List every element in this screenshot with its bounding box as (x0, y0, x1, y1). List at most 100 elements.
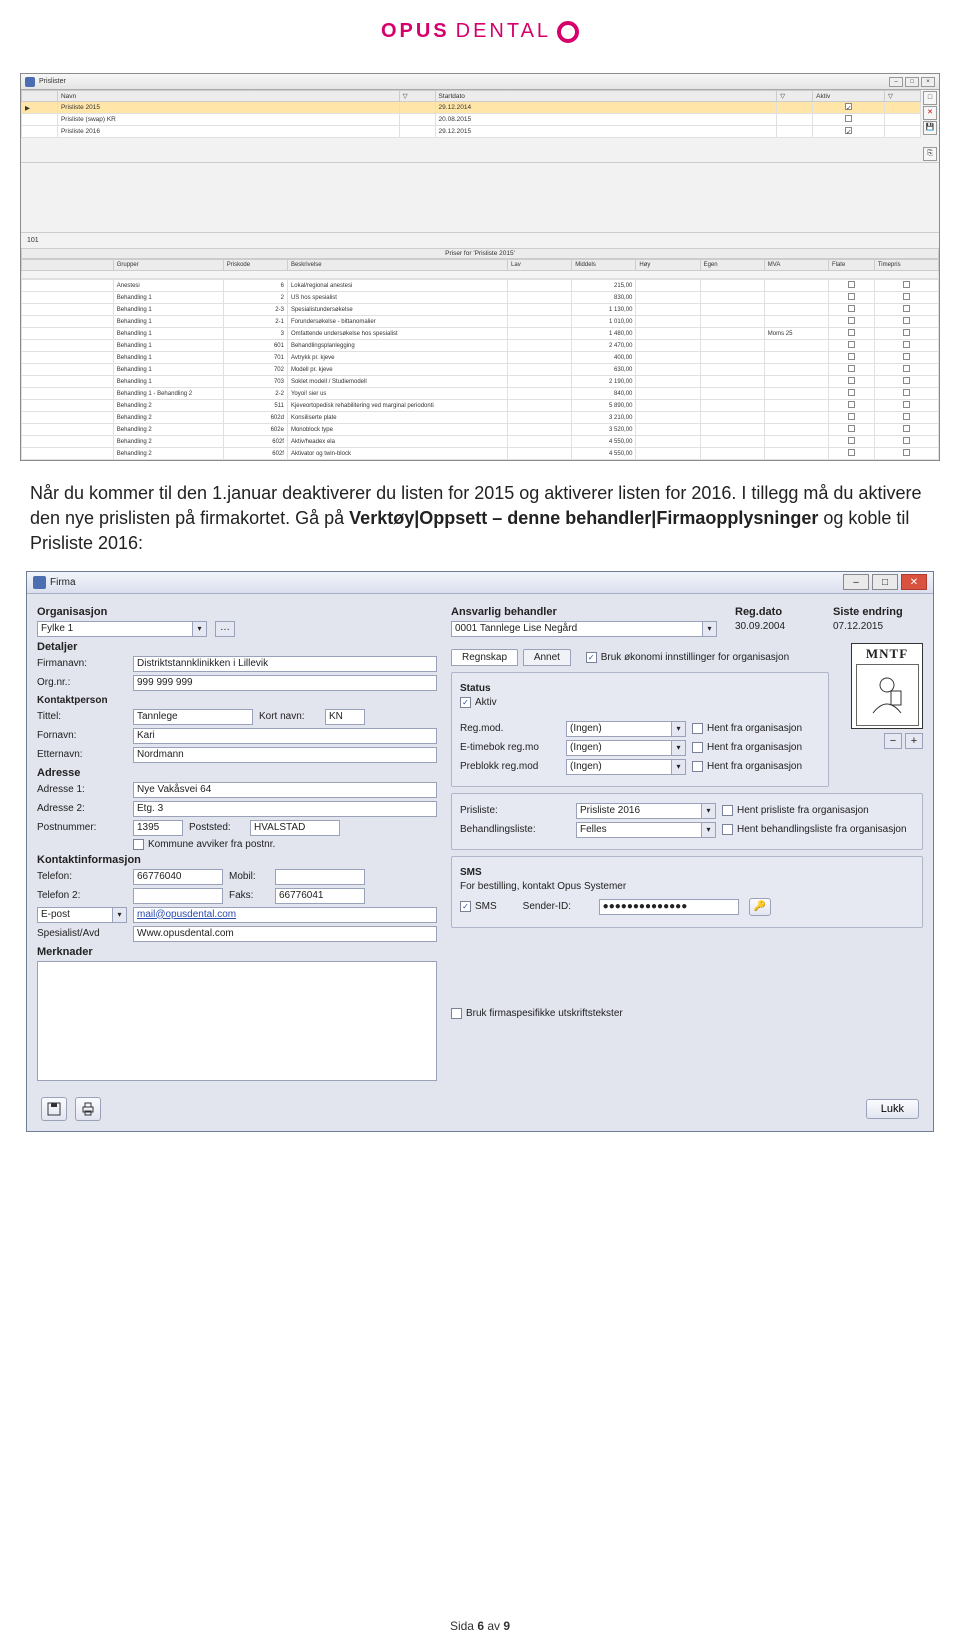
table-row[interactable]: Behandling 1 2 US hos spesialist 830,00 (22, 292, 939, 304)
table-row[interactable]: Prisliste (swap) KR20.08.2015 (22, 114, 921, 126)
logo-part-1: OPUS (381, 20, 450, 43)
sms-checkbox[interactable]: ✓SMS (460, 901, 497, 912)
orgnr-input[interactable]: 999 999 999 (133, 675, 437, 691)
status-heading: Status (460, 683, 820, 694)
minus-button[interactable]: − (884, 733, 902, 749)
aktiv-checkbox[interactable]: ✓Aktiv (460, 697, 497, 708)
epost-input[interactable]: mail@opusdental.com (133, 907, 437, 923)
copy-button[interactable]: ⎘ (923, 147, 937, 161)
telefon2-input[interactable] (133, 888, 223, 904)
plus-button[interactable]: + (905, 733, 923, 749)
table-header-row: Grupper Priskode Beskrivelse Lav Middels… (22, 260, 939, 271)
etternavn-input[interactable]: Nordmann (133, 747, 437, 763)
bruk-okonomi-checkbox[interactable]: ✓Bruk økonomi innstillinger for organisa… (586, 652, 789, 663)
key-button[interactable]: 🔑 (749, 898, 771, 916)
chevron-down-icon[interactable]: ▾ (702, 822, 716, 838)
regdato-value: 30.09.2004 (735, 621, 815, 632)
table-row[interactable]: Behandling 2 602d Konsiliserte plate 3 2… (22, 412, 939, 424)
kontaktinfo-heading: Kontaktinformasjon (37, 854, 437, 866)
page-footer: Sida 6 av 9 (0, 1619, 960, 1633)
table-row[interactable]: Behandling 2 511 Kjeveortopedisk rehabil… (22, 400, 939, 412)
kortnavn-input[interactable]: KN (325, 709, 365, 725)
save-button[interactable]: 💾 (923, 121, 937, 135)
preblokk-select[interactable]: (Ingen) (566, 759, 672, 775)
tab-annet[interactable]: Annet (523, 649, 571, 666)
adresse2-input[interactable]: Etg. 3 (133, 801, 437, 817)
table-row[interactable]: Behandling 1 701 Avtrykk pr. kjeve 400,0… (22, 352, 939, 364)
close-button[interactable]: ✕ (901, 574, 927, 590)
hent-behliste-checkbox[interactable]: Hent behandlingsliste fra organisasjon (722, 824, 907, 835)
prisliste-select[interactable]: Prisliste 2016 (576, 803, 702, 819)
poststed-input[interactable]: HVALSTAD (250, 820, 340, 836)
checkbox-icon[interactable]: ✓ (845, 127, 852, 134)
window-titlebar: Prislister – □ × (21, 74, 939, 90)
chevron-down-icon[interactable]: ▾ (672, 759, 686, 775)
chevron-down-icon[interactable]: ▾ (193, 621, 207, 637)
col-startdato[interactable]: Startdato (435, 91, 777, 102)
minimize-button[interactable]: – (889, 77, 903, 87)
col-aktiv[interactable]: Aktiv (813, 91, 885, 102)
tittel-input[interactable]: Tannlege (133, 709, 253, 725)
maximize-button[interactable]: □ (905, 77, 919, 87)
browse-button[interactable]: … (215, 621, 235, 637)
table-row[interactable]: Prisliste 201629.12.2015✓ (22, 126, 921, 138)
hent-org-checkbox-2[interactable]: Hent fra organisasjon (692, 742, 802, 753)
chevron-down-icon[interactable]: ▾ (703, 621, 717, 637)
delete-button[interactable]: ✕ (923, 106, 937, 120)
minimize-button[interactable]: – (843, 574, 869, 590)
table-row[interactable]: ▶Prisliste 201529.12.2014✓ (22, 102, 921, 114)
chevron-down-icon[interactable]: ▾ (702, 803, 716, 819)
print-button[interactable] (75, 1097, 101, 1121)
col-navn[interactable]: Navn (57, 91, 399, 102)
checkbox-icon[interactable]: ✓ (845, 103, 852, 110)
new-button[interactable]: □ (923, 91, 937, 105)
chevron-down-icon[interactable]: ▾ (672, 721, 686, 737)
hent-org-checkbox-3[interactable]: Hent fra organisasjon (692, 761, 802, 772)
mobil-input[interactable] (275, 869, 365, 885)
faks-input[interactable]: 66776041 (275, 888, 365, 904)
bruk-firma-checkbox[interactable]: Bruk firmaspesifikke utskriftstekster (451, 1008, 623, 1019)
table-row[interactable]: Behandling 2 602f Aktivator og twin-bloc… (22, 448, 939, 460)
hent-org-checkbox-1[interactable]: Hent fra organisasjon (692, 723, 802, 734)
table-row[interactable]: Behandling 2 602f Aktiv/headex ela 4 550… (22, 436, 939, 448)
sender-id-input[interactable]: ●●●●●●●●●●●●●● (599, 899, 739, 915)
adresse1-input[interactable]: Nye Vakåsvei 64 (133, 782, 437, 798)
siste-value: 07.12.2015 (833, 621, 923, 632)
postnr-input[interactable]: 1395 (133, 820, 183, 836)
fornavn-input[interactable]: Kari (133, 728, 437, 744)
table-row[interactable]: Behandling 1 703 Soklet modell / Studiem… (22, 376, 939, 388)
epost-type-select[interactable]: E-post (37, 907, 113, 923)
table-row[interactable]: Behandling 1 2-3 Spesialistundersøkelse … (22, 304, 939, 316)
table-row[interactable]: Behandling 2 602e Monoblock type 3 520,0… (22, 424, 939, 436)
table-row[interactable]: Anestesi 6 Lokal/regional anestesi 215,0… (22, 280, 939, 292)
telefon-input[interactable]: 66776040 (133, 869, 223, 885)
save-button[interactable] (41, 1097, 67, 1121)
kontaktperson-heading: Kontaktperson (37, 695, 437, 706)
chevron-down-icon[interactable]: ▾ (113, 907, 127, 923)
hent-prisliste-checkbox[interactable]: Hent prisliste fra organisasjon (722, 805, 869, 816)
logo-circle-icon (557, 21, 579, 43)
table-row[interactable]: Behandling 1 601 Behandlingsplanlegging … (22, 340, 939, 352)
org-select[interactable]: Fylke 1 (37, 621, 193, 637)
close-button[interactable]: × (921, 77, 935, 87)
checkbox-icon[interactable] (845, 115, 852, 122)
table-row[interactable]: Behandling 1 2-1 Forundersøkelse - bitta… (22, 316, 939, 328)
behandlingsliste-select[interactable]: Felles (576, 822, 702, 838)
merknader-textarea[interactable] (37, 961, 437, 1081)
lukk-button[interactable]: Lukk (866, 1099, 919, 1119)
regmod-select[interactable]: (Ingen) (566, 721, 672, 737)
pricelist-table[interactable]: Navn ▽ Startdato ▽ Aktiv ▽ ▶Prisliste 20… (21, 90, 921, 138)
kommune-checkbox[interactable]: Kommune avviker fra postnr. (133, 839, 275, 850)
spesialist-input[interactable]: Www.opusdental.com (133, 926, 437, 942)
tab-regnskap[interactable]: Regnskap (451, 649, 518, 666)
maximize-button[interactable]: □ (872, 574, 898, 590)
table-row[interactable]: Behandling 1 3 Omfattende undersøkelse h… (22, 328, 939, 340)
prices-table[interactable]: Grupper Priskode Beskrivelse Lav Middels… (21, 259, 939, 279)
ansvarlig-select[interactable]: 0001 Tannlege Lise Negård (451, 621, 703, 637)
etime-select[interactable]: (Ingen) (566, 740, 672, 756)
firmanavn-input[interactable]: Distriktstannklinikken i Lillevik (133, 656, 437, 672)
table-row[interactable]: Behandling 1 - Behandling 2 2-2 Yoyoi! s… (22, 388, 939, 400)
table-row[interactable]: Behandling 1 702 Modell pr. kjeve 630,00 (22, 364, 939, 376)
chevron-down-icon[interactable]: ▾ (672, 740, 686, 756)
window-title: Firma (50, 577, 840, 588)
